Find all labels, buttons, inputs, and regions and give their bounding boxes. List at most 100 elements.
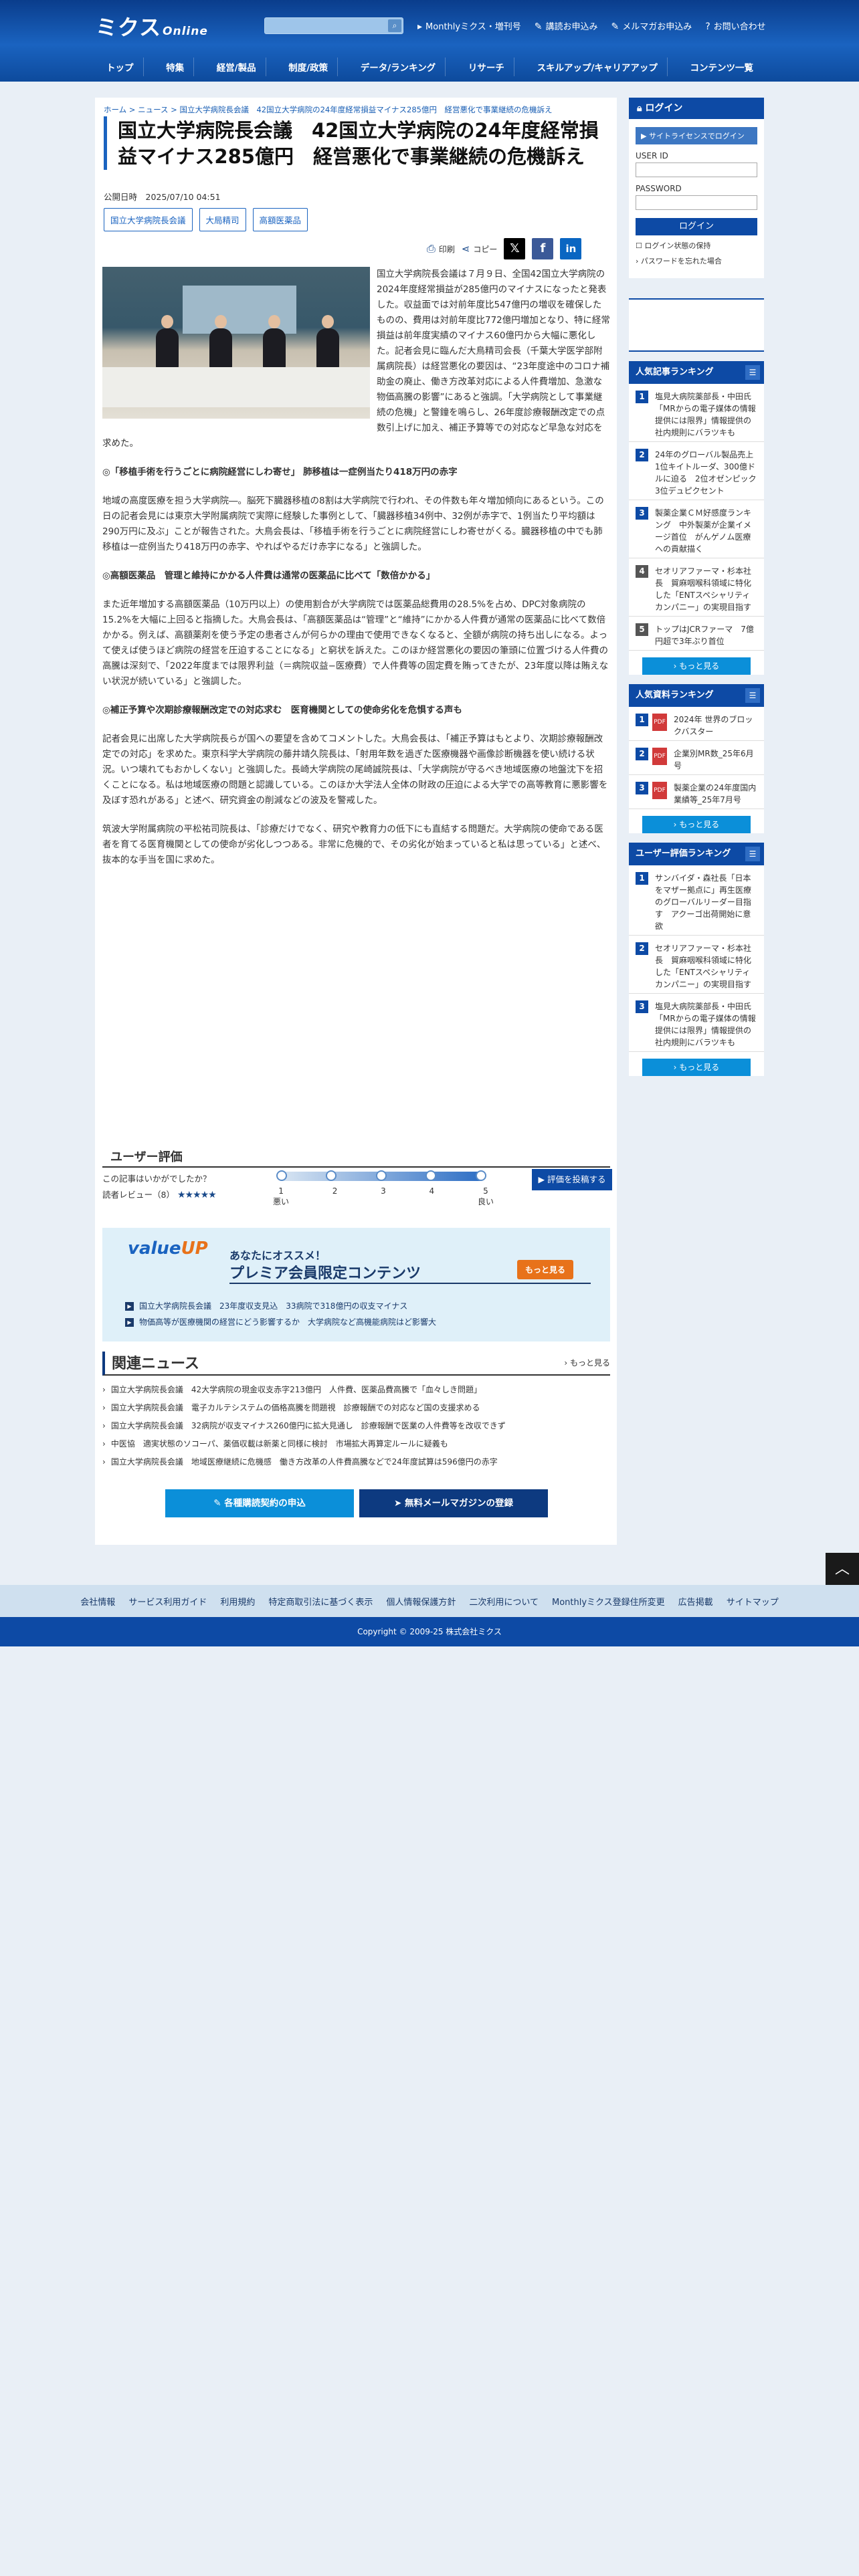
article-main: ホーム > ニュース > 国立大学病院長会議 42国立大学病院の24年度経常損益… [95, 98, 617, 1545]
pdf-icon: PDF [652, 782, 667, 799]
breadcrumb[interactable]: ホーム > ニュース > 国立大学病院長会議 42国立大学病院の24年度経常損益… [104, 104, 612, 115]
chevron-right-icon: ▸ [417, 21, 423, 32]
popular-more-button[interactable]: › もっと見る [642, 657, 751, 675]
help-icon: ? [705, 21, 710, 32]
menu-icon: ☰ [745, 847, 760, 861]
related-item[interactable]: 中医協 適実状態のソコーパ、薬価収載は新薬と同様に検討 市場拡大再算定ルールに疑… [102, 1435, 610, 1453]
sidebar-banner[interactable] [629, 298, 764, 352]
printer-icon: ⎙ [427, 242, 436, 255]
document-more-button[interactable]: › もっと見る [642, 816, 751, 833]
forgot-password-link[interactable]: › パスワードを忘れた場合 [636, 255, 757, 266]
footer-link[interactable]: Monthlyミクス登録住所変更 [552, 1595, 665, 1608]
rating-option[interactable] [476, 1170, 486, 1181]
tag-link[interactable]: 高額医薬品 [252, 208, 308, 231]
send-icon: ➤ [393, 1498, 405, 1509]
chevron-up-icon: ︿ [834, 1561, 850, 1578]
rating-option[interactable] [276, 1170, 287, 1181]
userid-input[interactable] [636, 163, 757, 177]
footer-link[interactable]: 二次利用について [469, 1595, 539, 1608]
related-item[interactable]: 国立大学病院長会議 地域医療継続に危機感 働き方改革の人件費高騰などで24年度試… [102, 1453, 610, 1471]
chevron-right-icon: ▶ [538, 1174, 548, 1184]
keep-login-checkbox[interactable]: ☐ ログイン状態の保持 [636, 240, 757, 251]
ranking-item[interactable]: 2 セオリアファーマ・杉本社長 貿麻咽喉科領域に特化した「ENTスペシャリティカン… [629, 936, 764, 994]
pdf-icon: PDF [652, 714, 667, 731]
mailmag-link[interactable]: ✎ メルマガお申込み [611, 19, 692, 32]
related-title: 関連ニュース [102, 1352, 610, 1376]
paragraph: 地域の高度医療を担う大学病院―。脳死下臓器移植の8割は大学病院で行われ、その件数… [102, 496, 604, 552]
nav-feature[interactable]: 特集 [157, 58, 195, 76]
ranking-item[interactable]: 2 24年のグローバル製品売上 1位キイトルーダ、300億ドルに迫る 2位オゼンピ… [629, 442, 764, 500]
scale-label: 5 良い [477, 1186, 494, 1206]
user-rank-more-button[interactable]: › もっと見る [642, 1059, 751, 1076]
footer-link[interactable]: 特定商取引法に基づく表示 [268, 1595, 373, 1608]
scale-label: 4 [429, 1186, 435, 1196]
ranking-item[interactable]: 1 PDF 2024年 世界のブロックバスター [629, 707, 764, 741]
footer-link[interactable]: 個人情報保護方針 [386, 1595, 456, 1608]
site-logo[interactable]: ミクス Online [96, 11, 208, 41]
related-more-link[interactable]: › もっと見る [564, 1357, 610, 1368]
ranking-item[interactable]: 1 サンバイダ・森社長「日本をマザー拠点に」再生医療のグローバルリーダー目指す ア… [629, 865, 764, 936]
nav-data[interactable]: データ/ランキング [351, 58, 446, 76]
premium-more-button[interactable]: もっと見る [517, 1260, 574, 1279]
tag-link[interactable]: 大局精司 [199, 208, 246, 231]
sidebar: 🔒︎ ログイン ▶ サイトライセンスでログイン USER ID PASSWORD… [629, 98, 764, 1081]
rating-option[interactable] [326, 1170, 337, 1181]
nav-top[interactable]: トップ [97, 58, 144, 76]
rating-option[interactable] [425, 1170, 436, 1181]
premium-banner[interactable]: valueUP あなたにオススメ！ プレミア会員限定コンテンツ もっと見る 国立… [102, 1228, 610, 1341]
copy-button[interactable]: ⋖ コピー [462, 243, 498, 255]
login-button[interactable]: ログイン [636, 218, 757, 235]
nav-management[interactable]: 経営/製品 [207, 58, 266, 76]
facebook-icon[interactable]: f [532, 238, 554, 259]
search-icon[interactable]: ⌕ [388, 19, 401, 32]
post-evaluation-button[interactable]: ▶ 評価を投稿する [532, 1169, 612, 1190]
related-item[interactable]: 国立大学病院長会議 電子カルテシステムの価格高騰を問題視 診療報酬での対応など国… [102, 1399, 610, 1417]
footer-link[interactable]: 利用規約 [220, 1595, 255, 1608]
premium-item[interactable]: 国立大学病院長会議 23年度収支見込 33病院で318億円の収支マイナス [125, 1300, 407, 1311]
ranking-item[interactable]: 3 製薬企業ＣＭ好感度ランキング 中外製薬が企業イメージ首位 がんゲノム医療への貢… [629, 500, 764, 558]
nav-policy[interactable]: 制度/政策 [279, 58, 339, 76]
contract-apply-button[interactable]: ✎ 各種購読契約の申込 [165, 1489, 354, 1517]
banner-subtitle: あなたにオススメ！ [229, 1249, 326, 1262]
subscribe-link[interactable]: ✎ 講読お申込み [535, 19, 598, 32]
footer-link[interactable]: サイトマップ [727, 1595, 779, 1608]
password-label: PASSWORD [636, 184, 682, 193]
ranking-item[interactable]: 1 塩見大病院薬部長・中田氏「MRからの電子媒体の情報提供には限界」情報提供の社内… [629, 384, 764, 442]
related-item[interactable]: 国立大学病院長会議 32病院が収支マイナス260億円に拡大見通し 診療報酬で医業… [102, 1417, 610, 1435]
evaluation-title: ユーザー評価 [102, 1148, 610, 1168]
linkedin-icon[interactable]: in [560, 238, 582, 259]
related-item[interactable]: 国立大学病院長会議 42大学病院の現金収支赤字213億円 人件費、医薬品費高騰で… [102, 1381, 610, 1399]
related-news: 関連ニュース › もっと見る 国立大学病院長会議 42大学病院の現金収支赤字21… [102, 1352, 610, 1471]
password-input[interactable] [636, 195, 757, 210]
footer-link[interactable]: 広告掲載 [678, 1595, 713, 1608]
contact-link[interactable]: ? お問い合わせ [705, 19, 765, 32]
search-input[interactable]: ⌕ [264, 17, 403, 34]
ranking-item[interactable]: 5 トップはJCRファーマ 7億円超で3年ぶり首位 [629, 617, 764, 651]
share-icon: ⋖ [461, 243, 470, 255]
ranking-item[interactable]: 3 PDF 製薬企業の24年度国内業績等_25年7月号 [629, 775, 764, 809]
section-heading: ◎「移植手術を行うごとに病院経営にしわ寄せ」 肺移植は一症例当たり418万円の赤… [102, 467, 458, 477]
edit-icon: ✎ [213, 1498, 225, 1509]
x-icon[interactable]: 𝕏 [504, 238, 526, 259]
print-button[interactable]: ⎙ 印刷 [427, 242, 455, 255]
footer-link[interactable]: 会社情報 [80, 1595, 115, 1608]
pdf-icon: PDF [652, 748, 667, 765]
ranking-item[interactable]: 3 塩見大病院薬部長・中田氏「MRからの電子媒体の情報提供には限界」情報提供の社内… [629, 994, 764, 1052]
article-body: 国立大学病院長会議は７月９日、全国42国立大学病院の2024年度経常損益が285… [102, 267, 610, 881]
footer-link[interactable]: サービス利用ガイド [128, 1595, 207, 1608]
user-ranking: ユーザー評価ランキング ☰ 1 サンバイダ・森社長「日本をマザー拠点に」再生医療のグ… [629, 843, 764, 1076]
back-to-top-button[interactable]: ︿ [826, 1553, 859, 1586]
premium-item[interactable]: 物価高等が医療機関の経営にどう影響するか 大学病院など高機能病院はど影響大 [125, 1316, 436, 1327]
menu-icon: ☰ [745, 365, 760, 380]
site-license-login-button[interactable]: ▶ サイトライセンスでログイン [636, 127, 757, 144]
rating-option[interactable] [376, 1170, 387, 1181]
tag-link[interactable]: 国立大学病院長会議 [104, 208, 193, 231]
nav-skillup[interactable]: スキルアップ/キャリアアップ [527, 58, 668, 76]
rating-scale[interactable] [276, 1170, 486, 1181]
nav-research[interactable]: リサーチ [459, 58, 514, 76]
mailmag-register-button[interactable]: ➤ 無料メールマガジンの登録 [359, 1489, 548, 1517]
ranking-item[interactable]: 4 セオリアファーマ・杉本社長 貿麻咽喉科領域に特化した「ENTスペシャリティカン… [629, 558, 764, 617]
monthly-link[interactable]: ▸ Monthlyミクス・増刊号 [417, 19, 521, 32]
nav-contents[interactable]: コンテンツ一覧 [681, 58, 763, 76]
ranking-item[interactable]: 2 PDF 企業別MR数_25年6月号 [629, 741, 764, 775]
